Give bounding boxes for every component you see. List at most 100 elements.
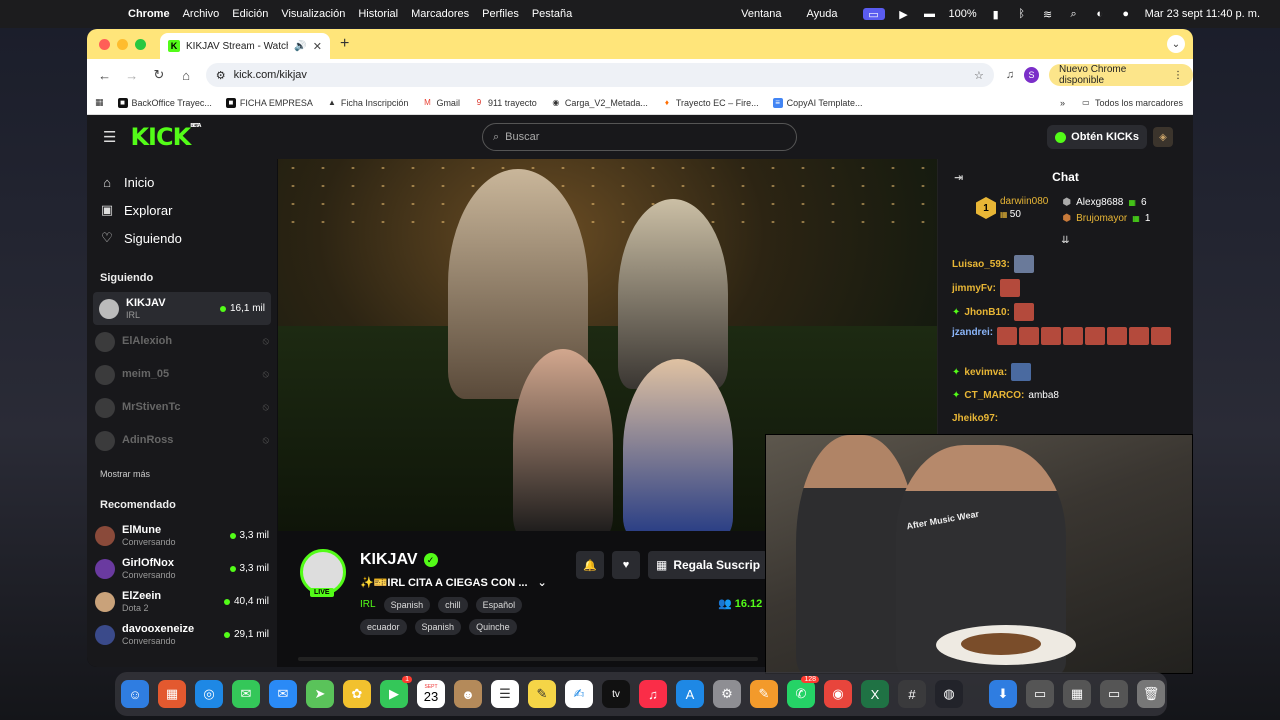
followed-channel[interactable]: MrStivenTc ⦸	[87, 391, 277, 424]
menu-historial[interactable]: Historial	[358, 8, 398, 20]
control-center-icon[interactable]: ◐	[1093, 8, 1107, 20]
notes-icon[interactable]: ✎	[528, 680, 556, 708]
chrome-icon[interactable]: ◉	[824, 680, 852, 708]
new-tab-icon[interactable]: +	[340, 35, 349, 53]
play-icon[interactable]: ▶	[897, 8, 911, 21]
datetime[interactable]: Mar 23 sept 11:40 p. m.	[1145, 8, 1260, 20]
search-input[interactable]: ⌕ Buscar	[482, 123, 797, 151]
leaderboard-entry[interactable]: ⬢ Alexg8688 ▦ 6	[1062, 195, 1150, 211]
bookmark-item[interactable]: ♦ Trayecto EC – Fire...	[662, 98, 759, 108]
calculator-icon[interactable]: #	[898, 680, 926, 708]
recommended-channel[interactable]: davooxeneize Conversando 29,1 mil	[87, 618, 277, 651]
mail-icon[interactable]: ✉	[269, 680, 297, 708]
contacts-icon[interactable]: ☻	[454, 680, 482, 708]
menu-ventana[interactable]: Ventana	[741, 8, 781, 20]
kick-logo[interactable]: KICKBETA	[130, 123, 201, 151]
reload-icon[interactable]: ↻	[151, 67, 166, 83]
battery-icon[interactable]: ▮	[989, 8, 1003, 21]
home-icon[interactable]: ⌂	[179, 68, 194, 83]
expand-leaderboard-icon[interactable]: ⇊	[938, 235, 1193, 246]
freeform-icon[interactable]: ✍	[565, 680, 593, 708]
apps-grid-icon[interactable]: ▦	[95, 97, 104, 108]
collapse-chat-icon[interactable]: ⇥	[954, 171, 963, 184]
all-bookmarks[interactable]: ▭ Todos los marcadores	[1081, 98, 1183, 108]
tab-kikjav[interactable]: K KIKJAV Stream - Watch Li 🔊 ✕	[160, 33, 330, 59]
bookmark-item[interactable]: M Gmail	[422, 98, 460, 108]
gift-sub-button[interactable]: ▦ Regala Suscrip	[648, 551, 769, 579]
back-arrow-icon[interactable]: ←	[97, 68, 112, 83]
chat-username[interactable]: jimmyFv:	[952, 283, 996, 294]
menu-perfiles[interactable]: Perfiles	[482, 8, 519, 20]
url-text[interactable]: kick.com/kikjav	[234, 69, 966, 81]
apple-tv-icon[interactable]: tv	[602, 680, 630, 708]
nav-explore[interactable]: ▣ Explorar	[87, 196, 277, 224]
minimized-window-icon[interactable]: ▭	[1100, 680, 1128, 708]
tag[interactable]: Quinche	[469, 619, 517, 635]
tab-search-chevron-icon[interactable]: ⌄	[1167, 35, 1185, 53]
messages-icon[interactable]: ✉	[232, 680, 260, 708]
user-avatar[interactable]: ◈	[1153, 127, 1173, 147]
tag[interactable]: Spanish	[414, 619, 462, 635]
site-info-icon[interactable]: ⚙	[216, 69, 226, 82]
tag[interactable]: Español	[475, 597, 523, 613]
siri-icon[interactable]: ●	[1119, 8, 1133, 20]
close-window-button[interactable]	[99, 38, 110, 50]
tag[interactable]: ecuador	[360, 619, 407, 635]
notification-bell-button[interactable]: 🔔	[576, 551, 604, 579]
picture-in-picture-video[interactable]: After Music Wear	[765, 434, 1193, 674]
downloads-folder-icon[interactable]: ⬇	[989, 680, 1017, 708]
update-chrome-button[interactable]: Nuevo Chrome disponible ⋮	[1049, 64, 1193, 86]
address-bar[interactable]: ⚙ kick.com/kikjav ☆	[205, 63, 994, 87]
launchpad-icon[interactable]: ▦	[158, 680, 186, 708]
menu-pestana[interactable]: Pestaña	[532, 8, 572, 20]
close-tab-icon[interactable]: ✕	[313, 40, 322, 53]
recommended-channel[interactable]: GirlOfNox Conversando 3,3 mil	[87, 552, 277, 585]
menu-edicion[interactable]: Edición	[232, 8, 268, 20]
profile-avatar[interactable]: S	[1024, 67, 1040, 83]
bookmark-star-icon[interactable]: ☆	[974, 69, 984, 82]
maps-icon[interactable]: ➤	[306, 680, 334, 708]
category-link[interactable]: IRL	[360, 597, 376, 613]
minimized-window-icon[interactable]: ▦	[1063, 680, 1091, 708]
horizontal-scrollbar[interactable]	[298, 657, 758, 661]
minimized-window-icon[interactable]: ▭	[1026, 680, 1054, 708]
minimize-window-button[interactable]	[117, 38, 128, 50]
excel-icon[interactable]: X	[861, 680, 889, 708]
wifi-icon[interactable]: ≋	[1041, 8, 1055, 21]
facetime-icon[interactable]: ▶ 1	[380, 676, 412, 708]
chat-username[interactable]: Jheiko97:	[952, 413, 998, 424]
app-store-icon[interactable]: A	[676, 680, 704, 708]
streamer-name[interactable]: KIKJAV	[360, 551, 418, 569]
media-controls-icon[interactable]: ♫	[1006, 69, 1014, 81]
calendar-icon[interactable]: SEPT 23	[417, 680, 445, 708]
pages-icon[interactable]: ✎	[750, 680, 778, 708]
expand-chevron-icon[interactable]: ⌄	[538, 576, 547, 589]
car-icon[interactable]: ▬	[923, 8, 937, 20]
more-bookmarks-icon[interactable]: »	[1060, 98, 1065, 108]
chat-username[interactable]: jzandrei:	[952, 327, 993, 338]
bookmark-item[interactable]: ■ FICHA EMPRESA	[225, 97, 313, 108]
menu-app-name[interactable]: Chrome	[128, 8, 170, 20]
followed-channel-kikjav[interactable]: KIKJAV IRL 16,1 mil	[93, 292, 271, 325]
speaker-icon[interactable]: 🔊	[294, 41, 306, 52]
followed-channel[interactable]: AdinRoss ⦸	[87, 424, 277, 457]
recommended-channel[interactable]: ElZeein Dota 2 40,4 mil	[87, 585, 277, 618]
bookmark-item[interactable]: ▲ Ficha Inscripción	[327, 98, 409, 108]
chat-username[interactable]: CT_MARCO:	[964, 390, 1024, 401]
more-menu-icon[interactable]: ⋮	[1173, 70, 1183, 81]
leaderboard-entry[interactable]: ⬢ Brujomayor ▦ 1	[1062, 211, 1150, 227]
menu-visualizacion[interactable]: Visualización	[281, 8, 345, 20]
chat-username[interactable]: kevimva:	[964, 367, 1007, 378]
reminders-icon[interactable]: ☰	[491, 680, 519, 708]
safari-icon[interactable]: ◎	[195, 680, 223, 708]
chat-username[interactable]: Luisao_593:	[952, 259, 1010, 270]
system-settings-icon[interactable]: ⚙	[713, 680, 741, 708]
get-kicks-button[interactable]: Obtén KICKs	[1047, 125, 1147, 149]
finder-icon[interactable]: ☺	[121, 680, 149, 708]
menu-archivo[interactable]: Archivo	[183, 8, 220, 20]
recommended-channel[interactable]: ElMune Conversando 3,3 mil	[87, 519, 277, 552]
zoom-window-button[interactable]	[135, 38, 146, 50]
followed-channel[interactable]: meim_05 ⦸	[87, 358, 277, 391]
nav-home[interactable]: ⌂ Inicio	[87, 169, 277, 196]
music-icon[interactable]: ♫	[639, 680, 667, 708]
